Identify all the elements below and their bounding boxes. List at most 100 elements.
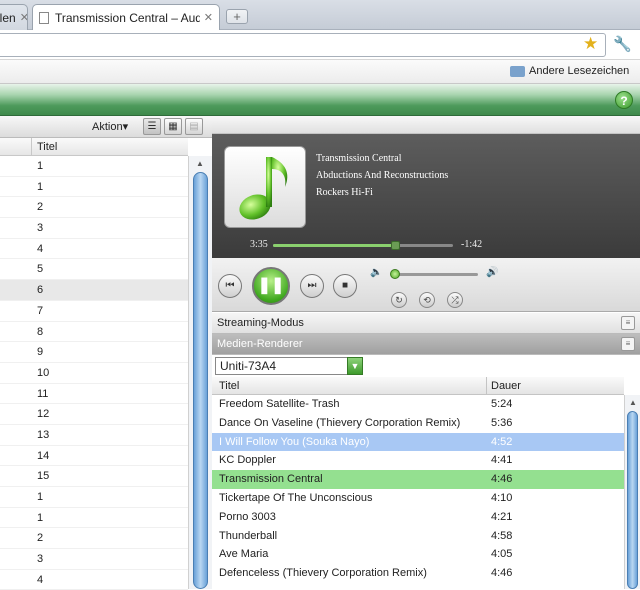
- list-item[interactable]: 6: [0, 280, 188, 301]
- list-item[interactable]: 14: [0, 446, 188, 467]
- volume-handle[interactable]: [389, 269, 400, 279]
- repeat-one-icon[interactable]: ⟲: [419, 292, 435, 308]
- media-renderer-panel[interactable]: Medien-Renderer ≡: [212, 334, 640, 355]
- address-bar[interactable]: [0, 33, 606, 57]
- track-title: Thunderball: [219, 529, 278, 542]
- scroll-thumb[interactable]: [193, 172, 208, 589]
- track-title: Ave Maria: [219, 548, 269, 561]
- progress-bar[interactable]: [273, 241, 453, 250]
- volume-high-icon: 🔊: [486, 267, 499, 278]
- star-icon[interactable]: ★: [583, 34, 598, 54]
- track-duration: 5:36: [491, 416, 513, 429]
- action-label: Aktion: [92, 121, 123, 133]
- list-item[interactable]: 9: [0, 342, 188, 363]
- list-item[interactable]: 10: [0, 363, 188, 384]
- bookmark-folder-other[interactable]: Andere Lesezeichen: [529, 65, 629, 77]
- panel-toggle-icon[interactable]: ≡: [621, 316, 635, 330]
- grid-view-icon[interactable]: ▦: [164, 118, 182, 135]
- cover-view-icon[interactable]: ▤: [185, 118, 203, 135]
- track-title: Freedom Satellite- Trash: [219, 398, 340, 410]
- folder-icon: [510, 66, 525, 77]
- stop-icon: ■: [341, 280, 349, 291]
- table-row[interactable]: Transmission Central 4:46: [212, 470, 624, 489]
- previous-track-button[interactable]: ⏮: [218, 274, 242, 298]
- pause-button[interactable]: ❚❚: [252, 267, 290, 305]
- column-separator: [486, 377, 487, 395]
- chevron-down-icon[interactable]: ▼: [347, 357, 363, 375]
- list-item[interactable]: 4: [0, 239, 188, 260]
- list-item[interactable]: 2: [0, 197, 188, 219]
- track-duration: 4:46: [491, 473, 513, 486]
- renderer-select[interactable]: Uniti-73A4 ▼: [215, 357, 363, 375]
- action-menu-button[interactable]: Aktion▾: [92, 120, 128, 133]
- column-title-header[interactable]: Titel: [37, 141, 57, 153]
- streaming-mode-panel[interactable]: Streaming-Modus ≡: [212, 313, 640, 334]
- list-item[interactable]: 3: [0, 549, 188, 570]
- table-row[interactable]: Thunderball 4:58: [212, 527, 624, 546]
- scroll-up-icon[interactable]: ▲: [629, 398, 637, 407]
- left-scrollbar[interactable]: ▲: [188, 156, 212, 589]
- playlist: Freedom Satellite- Trash 5:24 Dance On Vas…: [212, 395, 624, 583]
- column-separator: [31, 138, 32, 156]
- transport-controls: ⏮ ❚❚ ⏭ ■ 🔈 🔊 ↻ ⟲ ⤮: [212, 258, 640, 312]
- table-row[interactable]: Tickertape Of The Unconscious 4:10: [212, 489, 624, 508]
- playlist-duration-header[interactable]: Dauer: [491, 380, 521, 392]
- wrench-icon[interactable]: 🔧: [613, 35, 632, 53]
- scroll-thumb[interactable]: [627, 411, 638, 589]
- track-title: KC Doppler: [219, 454, 276, 467]
- pause-icon: ❚❚: [257, 277, 285, 294]
- track-title: Dance On Vaseline (Thievery Corporation …: [219, 416, 461, 429]
- scroll-up-icon[interactable]: ▲: [196, 159, 204, 168]
- playlist-header: Titel Dauer: [212, 377, 624, 395]
- repeat-icon[interactable]: ↻: [391, 292, 407, 308]
- left-column-header[interactable]: Titel: [0, 138, 188, 156]
- help-icon[interactable]: ?: [615, 91, 633, 109]
- stop-button[interactable]: ■: [333, 274, 357, 298]
- music-note-icon: [239, 157, 288, 220]
- close-icon[interactable]: ✕: [20, 11, 27, 24]
- tab-previous[interactable]: llen ✕: [0, 4, 28, 30]
- table-row[interactable]: Freedom Satellite- Trash 5:24: [212, 395, 624, 414]
- shuffle-icon[interactable]: ⤮: [447, 292, 463, 308]
- close-icon[interactable]: ✕: [204, 11, 213, 24]
- list-item[interactable]: 1: [0, 177, 188, 198]
- list-item[interactable]: 1: [0, 156, 188, 177]
- panel-toggle-icon[interactable]: ≡: [621, 337, 635, 351]
- list-item[interactable]: 1: [0, 487, 188, 508]
- track-duration: 4:58: [491, 529, 513, 542]
- tab-strip: llen ✕ Transmission Central – Audi ✕ +: [0, 0, 640, 30]
- remaining-time: -1:42: [461, 239, 483, 250]
- list-item[interactable]: 3: [0, 218, 188, 239]
- table-row[interactable]: Ave Maria 4:05: [212, 545, 624, 564]
- new-tab-button[interactable]: +: [226, 9, 248, 24]
- list-item[interactable]: 5: [0, 259, 188, 281]
- playlist-title-header[interactable]: Titel: [219, 380, 239, 392]
- volume-slider[interactable]: [389, 269, 478, 279]
- list-view-icon[interactable]: ☰: [143, 118, 161, 135]
- table-row[interactable]: I Will Follow You (Souka Nayo) 4:52: [212, 432, 624, 452]
- now-playing-artist: Rockers Hi-Fi: [316, 187, 373, 198]
- next-track-button[interactable]: ⏭: [300, 274, 324, 298]
- table-row[interactable]: Porno 3003 4:21: [212, 508, 624, 527]
- list-item[interactable]: 13: [0, 425, 188, 446]
- tab-label: llen: [0, 10, 16, 25]
- elapsed-time: 3:35: [250, 239, 268, 250]
- now-playing-panel: Transmission Central Abductions And Reco…: [212, 134, 640, 258]
- list-item[interactable]: 2: [0, 528, 188, 550]
- list-item[interactable]: 12: [0, 404, 188, 425]
- table-row[interactable]: Defenceless (Thievery Corporation Remix)…: [212, 564, 624, 583]
- list-item[interactable]: 7: [0, 301, 188, 322]
- left-toolbar: Aktion▾ ☰ ▦ ▤: [0, 116, 212, 138]
- table-row[interactable]: Dance On Vaseline (Thievery Corporation …: [212, 414, 624, 433]
- list-item[interactable]: 8: [0, 322, 188, 343]
- list-item[interactable]: 1: [0, 508, 188, 529]
- document-icon: [39, 11, 49, 24]
- list-item[interactable]: 4: [0, 570, 188, 590]
- browser-toolbar: ★ 🔧: [0, 30, 640, 60]
- playlist-scrollbar[interactable]: ▲: [624, 395, 640, 589]
- tab-active[interactable]: Transmission Central – Audi ✕: [32, 4, 220, 30]
- list-item[interactable]: 11: [0, 384, 188, 405]
- table-row[interactable]: KC Doppler 4:41: [212, 451, 624, 470]
- progress-handle[interactable]: [391, 241, 401, 250]
- list-item[interactable]: 15: [0, 466, 188, 487]
